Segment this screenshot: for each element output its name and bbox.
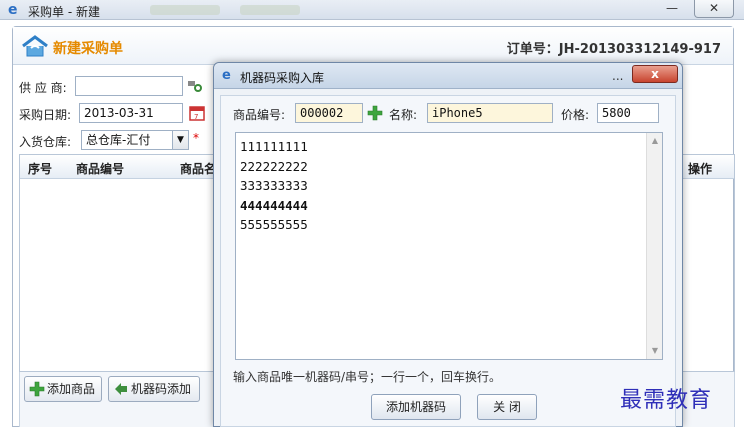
name-input[interactable]: iPhone5 <box>427 103 553 123</box>
serial-dialog: e 机器码采购入库 ... x 商品编号: 000002 名称: iPhone5… <box>213 62 683 427</box>
ie-icon: e <box>222 68 231 83</box>
blurred-tab <box>240 5 300 15</box>
order-number: 订单号：JH-201303312149-917 <box>506 42 721 57</box>
input-hint: 输入商品唯一机器码/串号；一行一个，回车换行。 <box>233 370 502 384</box>
add-serial-label: 机器码添加 <box>131 382 192 396</box>
minimize-button[interactable]: — <box>660 0 684 18</box>
add-serial-button[interactable]: 机器码添加 <box>108 376 200 402</box>
window-title-bar: e 采购单 - 新建 — ✕ <box>0 0 744 20</box>
product-code-label: 商品编号: <box>233 108 286 122</box>
date-input[interactable]: 2013-03-31 <box>79 103 183 123</box>
supplier-label: 供 应 商: <box>19 81 67 95</box>
dialog-title-bar[interactable]: e 机器码采购入库 ... x <box>214 63 682 89</box>
page-title: 新建采购单 <box>53 41 123 57</box>
blurred-tab <box>150 5 220 15</box>
date-label: 采购日期: <box>19 108 72 122</box>
serial-textarea[interactable]: 111111111 222222222 333333333 444444444 … <box>235 132 663 360</box>
warehouse-value: 总仓库-汇付 <box>86 133 151 147</box>
scroll-up-icon[interactable]: ▲ <box>647 133 663 149</box>
back-arrow-icon <box>115 383 127 395</box>
window-title: 采购单 - 新建 <box>28 5 100 19</box>
svg-text:7: 7 <box>194 113 198 121</box>
add-product-button[interactable]: 添加商品 <box>24 376 102 402</box>
add-product-label: 添加商品 <box>47 382 96 396</box>
plus-icon[interactable] <box>367 105 383 121</box>
serial-line: 444444444 <box>240 197 308 213</box>
add-serial-confirm-button[interactable]: 添加机器码 <box>371 394 461 420</box>
column-header[interactable]: 商品编号 <box>76 160 124 177</box>
plus-icon <box>29 381 45 397</box>
column-header[interactable]: 操作 <box>688 160 712 177</box>
watermark-logo: 最需教育 <box>620 388 713 413</box>
warehouse-label: 入货仓库: <box>19 135 72 149</box>
serial-line: 555555555 <box>240 217 308 232</box>
window-close-button[interactable]: ✕ <box>694 0 734 18</box>
serial-line: 111111111 <box>240 139 308 154</box>
search-icon[interactable] <box>187 78 203 94</box>
dialog-body: 商品编号: 000002 名称: iPhone5 价格: 5800 111111… <box>220 95 676 427</box>
supplier-input[interactable] <box>75 76 183 96</box>
house-icon <box>22 35 48 57</box>
vertical-scrollbar[interactable]: ▲ ▼ <box>646 133 662 359</box>
serial-line: 333333333 <box>240 178 308 193</box>
dialog-more-icon[interactable]: ... <box>612 69 623 83</box>
close-dialog-button[interactable]: 关 闭 <box>477 394 537 420</box>
serial-lines: 111111111 222222222 333333333 444444444 … <box>240 137 308 235</box>
calendar-icon[interactable]: 7 <box>189 105 205 121</box>
dialog-close-button[interactable]: x <box>632 65 678 83</box>
price-label: 价格: <box>561 108 590 122</box>
chevron-down-icon[interactable]: ▼ <box>172 131 188 149</box>
warehouse-select[interactable]: 总仓库-汇付 ▼ <box>81 130 189 150</box>
serial-line: 222222222 <box>240 158 308 174</box>
page-header: 新建采购单 订单号：JH-201303312149-917 <box>13 27 733 65</box>
scroll-down-icon[interactable]: ▼ <box>647 343 663 359</box>
name-label: 名称: <box>389 108 418 122</box>
dialog-title: 机器码采购入库 <box>240 71 325 85</box>
required-mark: * <box>193 131 199 145</box>
price-input[interactable]: 5800 <box>597 103 659 123</box>
column-header[interactable]: 商品名 <box>180 160 216 177</box>
column-header[interactable]: 序号 <box>28 160 52 177</box>
product-code-input[interactable]: 000002 <box>295 103 363 123</box>
ie-icon: e <box>8 2 18 18</box>
